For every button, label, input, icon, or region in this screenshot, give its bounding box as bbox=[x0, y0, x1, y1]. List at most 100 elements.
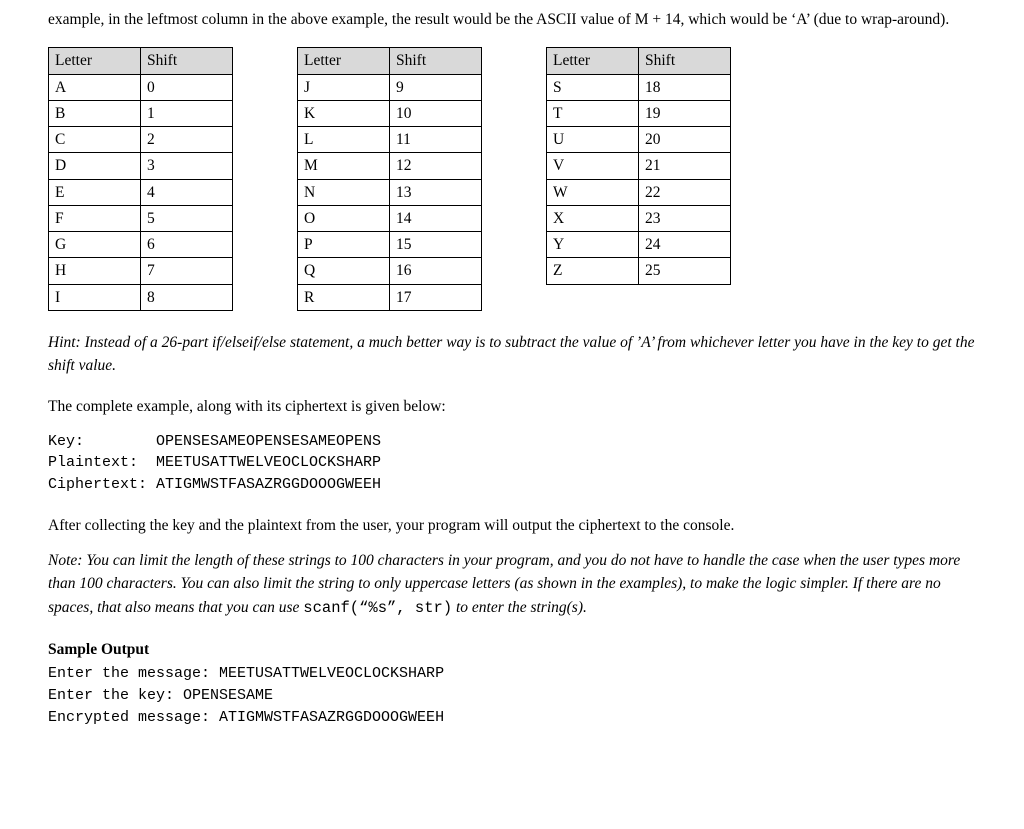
table-row: V21 bbox=[547, 153, 731, 179]
cell-shift: 24 bbox=[639, 232, 731, 258]
note-body-2: to enter the string(s). bbox=[452, 599, 587, 616]
cell-shift: 17 bbox=[390, 284, 482, 310]
cell-shift: 14 bbox=[390, 205, 482, 231]
table-row: G6 bbox=[49, 232, 233, 258]
table-row: S18 bbox=[547, 74, 731, 100]
sample-output-heading: Sample Output bbox=[48, 638, 976, 661]
cell-shift: 4 bbox=[141, 179, 233, 205]
th-letter: Letter bbox=[49, 48, 141, 74]
th-shift: Shift bbox=[639, 48, 731, 74]
cell-letter: M bbox=[298, 153, 390, 179]
hint-paragraph: Hint: Instead of a 26-part if/elseif/els… bbox=[48, 331, 976, 378]
table-row: T19 bbox=[547, 100, 731, 126]
cell-shift: 12 bbox=[390, 153, 482, 179]
sample-output-section: Sample Output Enter the message: MEETUSA… bbox=[48, 638, 976, 729]
cell-letter: X bbox=[547, 205, 639, 231]
table-row: P15 bbox=[298, 232, 482, 258]
table-row: H7 bbox=[49, 258, 233, 284]
table-row: Q16 bbox=[298, 258, 482, 284]
table-row: E4 bbox=[49, 179, 233, 205]
cell-letter: F bbox=[49, 205, 141, 231]
cell-shift: 23 bbox=[639, 205, 731, 231]
cell-letter: V bbox=[547, 153, 639, 179]
cell-letter: P bbox=[298, 232, 390, 258]
table-row: A0 bbox=[49, 74, 233, 100]
shift-tables-row: Letter Shift A0B1C2D3E4F5G6H7I8 Letter S… bbox=[48, 47, 976, 311]
table-row: C2 bbox=[49, 127, 233, 153]
cell-letter: K bbox=[298, 100, 390, 126]
cell-letter: I bbox=[49, 284, 141, 310]
cell-letter: U bbox=[547, 127, 639, 153]
cell-shift: 10 bbox=[390, 100, 482, 126]
shift-table-1: Letter Shift A0B1C2D3E4F5G6H7I8 bbox=[48, 47, 233, 311]
shift-table-2: Letter Shift J9K10L11M12N13O14P15Q16R17 bbox=[297, 47, 482, 311]
cell-letter: O bbox=[298, 205, 390, 231]
cell-shift: 21 bbox=[639, 153, 731, 179]
cell-letter: E bbox=[49, 179, 141, 205]
cell-letter: Z bbox=[547, 258, 639, 284]
cell-letter: Y bbox=[547, 232, 639, 258]
table-row: I8 bbox=[49, 284, 233, 310]
cell-letter: D bbox=[49, 153, 141, 179]
cell-letter: G bbox=[49, 232, 141, 258]
cell-letter: J bbox=[298, 74, 390, 100]
key-plaintext-cipher-block: Key: OPENSESAMEOPENSESAMEOPENS Plaintext… bbox=[48, 431, 976, 496]
cell-letter: L bbox=[298, 127, 390, 153]
sample-output-lines: Enter the message: MEETUSATTWELVEOCLOCKS… bbox=[48, 663, 976, 728]
cell-shift: 0 bbox=[141, 74, 233, 100]
cell-letter: R bbox=[298, 284, 390, 310]
after-paragraph: After collecting the key and the plainte… bbox=[48, 514, 976, 537]
cell-shift: 25 bbox=[639, 258, 731, 284]
cell-letter: B bbox=[49, 100, 141, 126]
th-letter: Letter bbox=[547, 48, 639, 74]
cell-shift: 5 bbox=[141, 205, 233, 231]
cell-shift: 18 bbox=[639, 74, 731, 100]
cell-shift: 11 bbox=[390, 127, 482, 153]
table-row: N13 bbox=[298, 179, 482, 205]
shift-table-3: Letter Shift S18T19U20V21W22X23Y24Z25 bbox=[546, 47, 731, 284]
note-code: scanf(“%s”, str) bbox=[303, 599, 452, 617]
cell-shift: 8 bbox=[141, 284, 233, 310]
table-row: R17 bbox=[298, 284, 482, 310]
cell-letter: T bbox=[547, 100, 639, 126]
cell-letter: N bbox=[298, 179, 390, 205]
table-row: M12 bbox=[298, 153, 482, 179]
table-row: K10 bbox=[298, 100, 482, 126]
cell-letter: W bbox=[547, 179, 639, 205]
table-row: Y24 bbox=[547, 232, 731, 258]
th-shift: Shift bbox=[141, 48, 233, 74]
note-label: Note: bbox=[48, 552, 82, 569]
cell-letter: A bbox=[49, 74, 141, 100]
th-shift: Shift bbox=[390, 48, 482, 74]
intro-paragraph: example, in the leftmost column in the a… bbox=[48, 8, 976, 31]
cell-shift: 3 bbox=[141, 153, 233, 179]
cell-shift: 22 bbox=[639, 179, 731, 205]
cell-shift: 9 bbox=[390, 74, 482, 100]
note-paragraph: Note: You can limit the length of these … bbox=[48, 549, 976, 620]
table-row: W22 bbox=[547, 179, 731, 205]
table-row: F5 bbox=[49, 205, 233, 231]
cell-shift: 16 bbox=[390, 258, 482, 284]
cell-shift: 7 bbox=[141, 258, 233, 284]
example-intro: The complete example, along with its cip… bbox=[48, 395, 976, 418]
cell-shift: 15 bbox=[390, 232, 482, 258]
cell-shift: 19 bbox=[639, 100, 731, 126]
table-row: J9 bbox=[298, 74, 482, 100]
table-row: D3 bbox=[49, 153, 233, 179]
cell-letter: C bbox=[49, 127, 141, 153]
cell-shift: 20 bbox=[639, 127, 731, 153]
table-row: U20 bbox=[547, 127, 731, 153]
cell-shift: 2 bbox=[141, 127, 233, 153]
table-row: B1 bbox=[49, 100, 233, 126]
th-letter: Letter bbox=[298, 48, 390, 74]
hint-body: Instead of a 26-part if/elseif/else stat… bbox=[48, 334, 974, 374]
hint-label: Hint: bbox=[48, 334, 81, 351]
cell-letter: S bbox=[547, 74, 639, 100]
cell-letter: Q bbox=[298, 258, 390, 284]
table-row: O14 bbox=[298, 205, 482, 231]
cell-letter: H bbox=[49, 258, 141, 284]
cell-shift: 6 bbox=[141, 232, 233, 258]
table-row: Z25 bbox=[547, 258, 731, 284]
cell-shift: 1 bbox=[141, 100, 233, 126]
table-row: X23 bbox=[547, 205, 731, 231]
